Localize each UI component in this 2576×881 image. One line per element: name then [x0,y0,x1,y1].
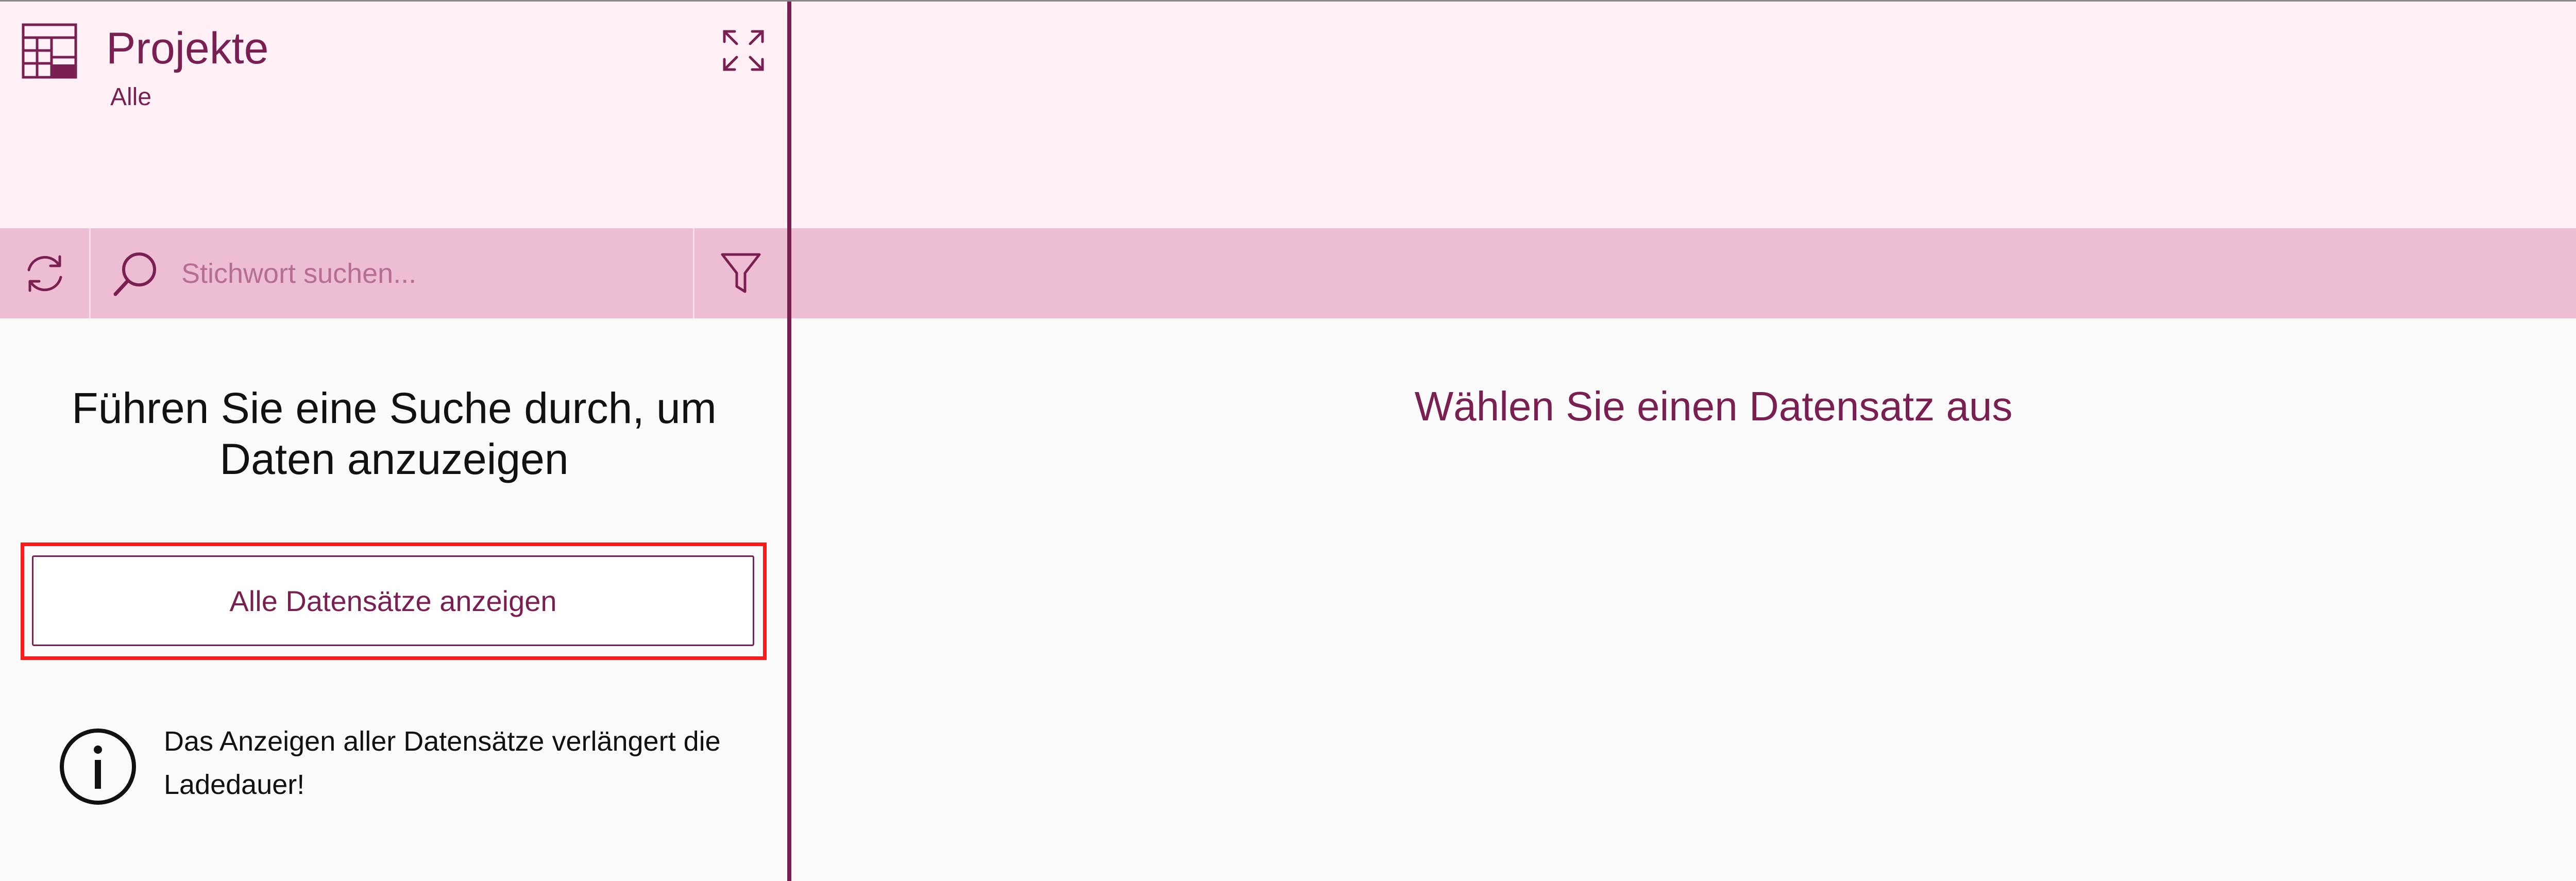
pane-divider[interactable] [787,2,791,881]
detail-header [791,2,2576,228]
app-window: Projekte Alle Stichwort suchen... Führen… [0,0,2576,881]
search-prompt: Führen Sie eine Suche durch, um Daten an… [72,384,717,484]
refresh-button[interactable] [0,228,91,318]
info-icon [59,728,137,805]
show-all-records-button[interactable]: Alle Datensätze anzeigen [32,555,754,646]
list-header: Projekte Alle [0,2,787,228]
search-icon [112,250,160,297]
table-layout-icon [22,23,77,79]
detail-toolbar [791,228,2576,318]
search-toolbar [0,228,787,318]
filter-button[interactable] [694,228,787,318]
empty-selection-message: Wählen Sie einen Datensatz aus [1414,383,2013,429]
search-box [91,228,694,318]
page-subtitle: Alle [110,83,152,111]
search-input[interactable] [181,249,676,298]
filter-icon [721,253,761,293]
detail-pane: Wählen Sie einen Datensatz aus [791,2,2576,881]
page-title: Projekte [106,24,269,73]
refresh-icon [27,255,62,292]
expand-icon [723,30,764,71]
load-time-notice: Das Anzeigen aller Datensätze verlängert… [164,726,721,800]
expand-button[interactable] [721,28,766,73]
list-pane: Projekte Alle Stichwort suchen... Führen… [0,2,787,881]
